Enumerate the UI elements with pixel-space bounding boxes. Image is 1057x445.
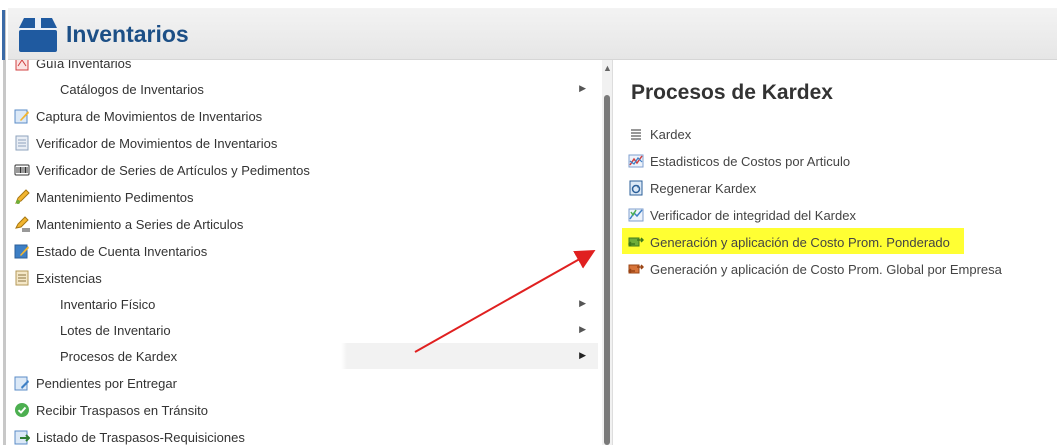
transfer-icon — [14, 429, 30, 445]
edit-form-icon — [14, 108, 30, 124]
money-arrows-icon — [628, 234, 644, 250]
menu-item-recibir-traspasos[interactable]: Recibir Traspasos en Tránsito — [14, 397, 598, 423]
menu-item-label: Lotes de Inventario — [60, 322, 171, 338]
submenu-panel: Procesos de Kardex Kardex Estadisticos d… — [616, 60, 1057, 445]
menu-item-verificador-movimientos[interactable]: Verificador de Movimientos de Inventario… — [14, 130, 598, 156]
menu-item-procesos-kardex[interactable]: Procesos de Kardex ▶ — [14, 343, 598, 369]
list-doc-icon — [14, 270, 30, 286]
submenu-item-estadisticos[interactable]: Estadisticos de Costos por Articulo — [628, 150, 850, 172]
document-icon — [14, 135, 30, 151]
menu-item-label: Recibir Traspasos en Tránsito — [36, 402, 208, 418]
submenu-item-kardex[interactable]: Kardex — [628, 123, 691, 145]
panel-divider — [612, 60, 613, 445]
menu-scrollbar[interactable]: ▲ — [602, 60, 612, 445]
menu-item-listado-traspasos[interactable]: Listado de Traspasos-Requisiciones — [14, 424, 598, 445]
submenu-item-costo-global[interactable]: Generación y aplicación de Costo Prom. G… — [628, 258, 1002, 280]
menu-item-label: Verificador de Movimientos de Inventario… — [36, 135, 278, 151]
pencil-icon — [14, 189, 30, 205]
inventory-box-icon — [16, 14, 60, 54]
menu-item-label: Estado de Cuenta Inventarios — [36, 243, 208, 259]
menu-item-guia[interactable]: Guía Inventarios — [14, 60, 598, 76]
edit-form-icon — [14, 243, 30, 259]
menu-item-existencias[interactable]: Existencias — [14, 265, 598, 291]
window-left-edge — [0, 0, 8, 445]
verify-chart-icon — [628, 207, 644, 223]
menu-item-label: Mantenimiento a Series de Articulos — [36, 216, 244, 232]
lines-icon — [628, 126, 644, 142]
submenu-item-label: Generación y aplicación de Costo Prom. G… — [650, 261, 1002, 277]
chevron-right-icon: ▶ — [579, 324, 586, 334]
chevron-right-icon: ▶ — [579, 350, 586, 360]
check-circle-icon — [14, 402, 30, 418]
submenu-item-verificador-integridad[interactable]: Verificador de integridad del Kardex — [628, 204, 856, 226]
submenu-heading: Procesos de Kardex — [631, 81, 833, 104]
menu-item-captura-movimientos[interactable]: Captura de Movimientos de Inventarios — [14, 103, 598, 129]
submenu-item-label: Kardex — [650, 126, 692, 142]
menu-item-estado-cuenta[interactable]: Estado de Cuenta Inventarios — [14, 238, 598, 264]
edit-doc-icon — [14, 375, 30, 391]
menu-item-label: Captura de Movimientos de Inventarios — [36, 108, 263, 124]
menu-item-label: Mantenimiento Pedimentos — [36, 189, 194, 205]
main-menu-panel: Guía Inventarios Catálogos de Inventario… — [8, 60, 604, 445]
menu-item-catalogos[interactable]: Catálogos de Inventarios ▶ — [14, 76, 598, 102]
chevron-right-icon: ▶ — [579, 83, 586, 93]
barcode-icon — [14, 162, 30, 178]
chevron-right-icon: ▶ — [579, 298, 586, 308]
menu-item-label: Verificador de Series de Artículos y Ped… — [36, 162, 310, 178]
money-arrows-red-icon — [628, 261, 644, 277]
menu-item-label: Pendientes por Entregar — [36, 375, 177, 391]
scroll-up-icon[interactable]: ▲ — [603, 64, 612, 73]
menu-item-inventario-fisico[interactable]: Inventario Físico ▶ — [14, 291, 598, 317]
pdf-icon — [14, 60, 30, 71]
menu-item-label: Guía Inventarios — [36, 60, 132, 71]
menu-item-label: Listado de Traspasos-Requisiciones — [36, 429, 245, 445]
scrollbar-thumb[interactable] — [604, 95, 610, 445]
menu-item-label: Catálogos de Inventarios — [60, 81, 204, 97]
submenu-item-label: Estadisticos de Costos por Articulo — [650, 153, 851, 169]
app-header: Inventarios — [8, 8, 1057, 60]
menu-item-label: Procesos de Kardex — [60, 348, 178, 364]
app-title: Inventarios — [66, 21, 189, 47]
menu-item-lotes[interactable]: Lotes de Inventario ▶ — [14, 317, 598, 343]
menu-item-verificador-series[interactable]: Verificador de Series de Artículos y Ped… — [14, 157, 598, 183]
menu-item-label: Existencias — [36, 270, 102, 286]
submenu-item-label: Verificador de integridad del Kardex — [650, 207, 856, 223]
submenu-item-costo-ponderado[interactable]: Generación y aplicación de Costo Prom. P… — [628, 231, 950, 253]
pencil-barcode-icon — [14, 216, 30, 232]
submenu-item-regenerar[interactable]: Regenerar Kardex — [628, 177, 756, 199]
menu-item-mantenimiento-pedimentos[interactable]: Mantenimiento Pedimentos — [14, 184, 598, 210]
chart-icon — [628, 153, 644, 169]
submenu-item-label: Generación y aplicación de Costo Prom. P… — [650, 234, 950, 250]
menu-item-label: Inventario Físico — [60, 296, 156, 312]
submenu-item-label: Regenerar Kardex — [650, 180, 757, 196]
refresh-doc-icon — [628, 180, 644, 196]
menu-item-mantenimiento-series[interactable]: Mantenimiento a Series de Articulos — [14, 211, 598, 237]
menu-item-pendientes-entregar[interactable]: Pendientes por Entregar — [14, 370, 598, 396]
